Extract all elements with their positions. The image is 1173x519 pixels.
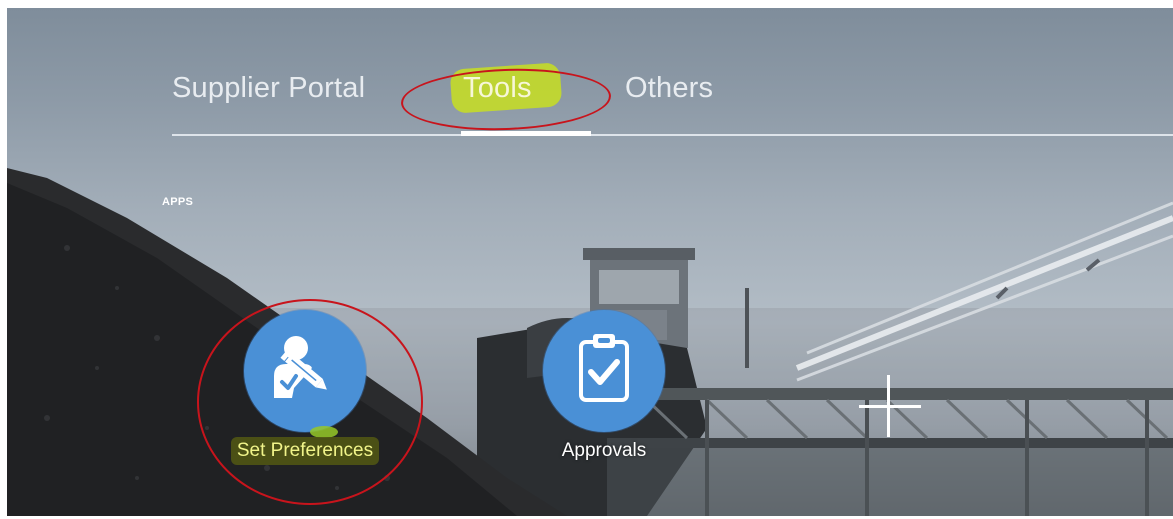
active-tab-indicator — [461, 131, 591, 136]
tab-supplier-portal[interactable]: Supplier Portal — [172, 72, 365, 105]
crosshair-cursor-vertical — [887, 375, 890, 437]
tab-tools-label: Tools — [463, 72, 532, 104]
tab-others-label: Others — [625, 72, 714, 104]
tab-divider — [172, 134, 1173, 136]
crosshair-cursor-horizontal — [859, 405, 921, 408]
home-page: Supplier Portal Tools Others APPS Set Pr… — [7, 8, 1173, 516]
tab-tools[interactable]: Tools — [449, 62, 563, 114]
tab-others[interactable]: Others — [625, 72, 713, 105]
tab-bar: Supplier Portal Tools Others — [7, 8, 1173, 148]
clipboard-check-icon — [579, 334, 629, 402]
approvals-tile[interactable] — [543, 310, 665, 432]
approvals-label: Approvals — [561, 440, 647, 461]
set-preferences-tile[interactable] — [244, 310, 366, 438]
app-set-preferences[interactable]: Set Preferences — [225, 310, 385, 465]
tab-supplier-portal-label: Supplier Portal — [172, 72, 366, 104]
user-edit-icon — [274, 336, 327, 398]
set-preferences-label: Set Preferences — [230, 437, 380, 465]
app-approvals[interactable]: Approvals — [524, 310, 684, 462]
screenshot-frame: Supplier Portal Tools Others APPS Set Pr… — [0, 0, 1173, 519]
apps-section-label: APPS — [162, 196, 194, 208]
set-preferences-label-text: Set Preferences — [236, 440, 374, 461]
